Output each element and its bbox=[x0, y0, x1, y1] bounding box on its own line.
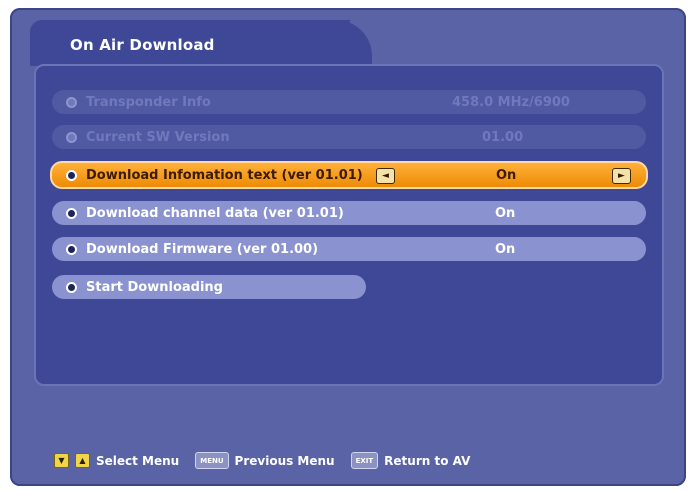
up-key-icon: ▲ bbox=[75, 453, 90, 468]
bullet-icon bbox=[66, 96, 77, 108]
bullet-icon bbox=[66, 169, 77, 181]
menu-item-transponder-info: Transponder Info 458.0 MHz/6900 bbox=[52, 90, 646, 114]
menu-item-label: Start Downloading bbox=[86, 279, 223, 295]
down-key-icon: ▼ bbox=[54, 453, 69, 468]
menu-item-label: Download channel data (ver 01.01) bbox=[86, 205, 344, 221]
footer-help: ▼ ▲ Select Menu MENU Previous Menu EXIT … bbox=[54, 452, 470, 469]
menu-item-label: Current SW Version bbox=[86, 129, 230, 145]
menu-key-icon: MENU bbox=[195, 452, 229, 469]
menu-item-download-information-text[interactable]: Download Infomation text (ver 01.01) ◄ O… bbox=[50, 161, 648, 189]
arrow-left-icon[interactable]: ◄ bbox=[376, 168, 395, 184]
menu-item-value: 01.00 bbox=[482, 129, 524, 145]
menu-item-download-firmware[interactable]: Download Firmware (ver 01.00) On bbox=[52, 237, 646, 261]
menu-item-value: On bbox=[495, 205, 516, 221]
bullet-icon bbox=[66, 243, 77, 255]
menu-item-current-sw-version: Current SW Version 01.00 bbox=[52, 125, 646, 149]
start-downloading-button[interactable]: Start Downloading bbox=[52, 275, 366, 299]
arrow-right-icon[interactable]: ► bbox=[612, 168, 631, 184]
menu-item-label: Transponder Info bbox=[86, 94, 211, 110]
menu-item-value: 458.0 MHz/6900 bbox=[452, 94, 570, 110]
menu-item-download-channel-data[interactable]: Download channel data (ver 01.01) On bbox=[52, 201, 646, 225]
menu-item-value: On bbox=[496, 167, 517, 183]
menu-item-value: On bbox=[495, 241, 516, 257]
bullet-icon bbox=[66, 207, 77, 219]
exit-key-icon: EXIT bbox=[350, 452, 379, 469]
menu-item-label: Download Infomation text (ver 01.01) bbox=[86, 167, 363, 183]
return-to-av-label: Return to AV bbox=[384, 453, 471, 468]
page-title: On Air Download bbox=[70, 36, 215, 54]
menu-item-label: Download Firmware (ver 01.00) bbox=[86, 241, 319, 257]
previous-menu-label: Previous Menu bbox=[234, 453, 335, 468]
bullet-icon bbox=[66, 131, 77, 143]
select-menu-label: Select Menu bbox=[96, 453, 180, 468]
bullet-icon bbox=[66, 281, 77, 293]
